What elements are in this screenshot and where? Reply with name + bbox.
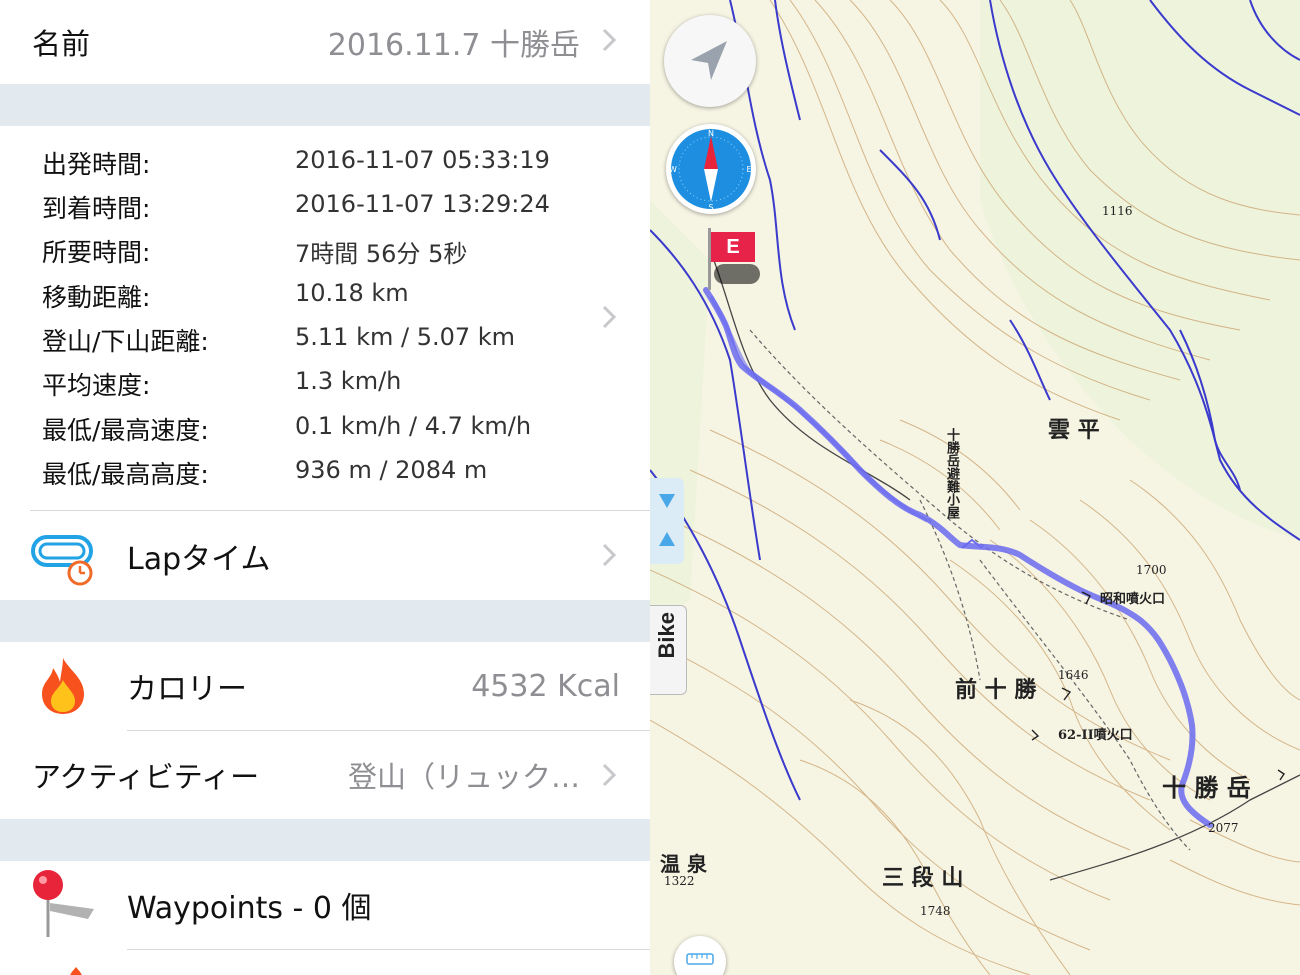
- map-label-onsen: 温 泉: [660, 852, 707, 876]
- map-label-tokachi-dake: 十 勝 岳: [1162, 773, 1251, 802]
- pin-icon: [28, 867, 98, 943]
- chevron-right-icon: [598, 20, 620, 60]
- bike-tab[interactable]: Bike: [650, 605, 687, 695]
- divider: [127, 949, 650, 950]
- activity-value: 登山（リュック…: [347, 760, 580, 794]
- elevation-label: 2077: [1208, 821, 1239, 835]
- lap-row[interactable]: Lapタイム: [0, 511, 650, 600]
- split-arrows-icon: [657, 488, 677, 556]
- waypoints-label: Waypoints - 0 個: [127, 891, 372, 926]
- locate-button[interactable]: [664, 15, 756, 107]
- flame-icon: [38, 656, 88, 716]
- waypoints-row[interactable]: Waypoints - 0 個: [0, 861, 650, 949]
- stat-value: 7時間 56分 5秒: [295, 240, 468, 268]
- map-label-mae-tokachi: 前 十 勝: [955, 677, 1037, 703]
- ruler-icon: [686, 950, 714, 969]
- bike-tab-label: Bike: [654, 612, 679, 659]
- elevation-label: 1116: [1102, 204, 1133, 218]
- elevation-label: 1646: [1058, 668, 1089, 682]
- stat-value: 1.3 km/h: [295, 367, 402, 395]
- section-separator: [0, 600, 650, 642]
- map-label-showa-crater: 昭和噴火口: [1100, 592, 1166, 607]
- stat-label: 到着時間:: [42, 194, 151, 223]
- lap-label: Lapタイム: [127, 541, 271, 577]
- elevation-label: 1748: [920, 904, 951, 918]
- location-arrow-icon: [664, 15, 756, 107]
- end-marker[interactable]: E: [706, 228, 766, 294]
- stat-label: 出発時間:: [42, 150, 151, 179]
- map-label-kumo-taira: 雲 平: [1048, 417, 1100, 443]
- map-view[interactable]: 雲 平 前 十 勝 十 勝 岳 三 段 山 昭和噴火口 62-II噴火口 十勝岳…: [650, 0, 1300, 975]
- compass-icon: N S W E: [666, 124, 756, 214]
- map-label-crater-62: 62-II噴火口: [1058, 728, 1133, 743]
- stat-value: 2016-11-07 13:29:24: [295, 190, 550, 218]
- track-detail-panel: 名前 2016.11.7 十勝岳 出発時間: 2016-11-07 05:33:…: [0, 0, 650, 975]
- stat-value: 936 m / 2084 m: [295, 456, 488, 484]
- chevron-right-icon: [598, 535, 620, 575]
- stat-label: 所要時間:: [42, 238, 151, 267]
- compass-button[interactable]: N S W E: [666, 124, 756, 214]
- calorie-value: 4532 Kcal: [471, 668, 620, 704]
- stat-label: 登山/下山距離:: [42, 327, 209, 356]
- svg-text:E: E: [746, 165, 751, 174]
- activity-label: アクティビティー: [32, 760, 260, 794]
- map-label-hut: 十勝岳避難小屋: [944, 428, 959, 519]
- map-label-sandan-yama: 三 段 山: [882, 865, 964, 891]
- end-flag-label: E: [711, 232, 755, 262]
- section-separator: [0, 819, 650, 861]
- stat-label: 最低/最高速度:: [42, 416, 209, 445]
- stat-label: 最低/最高高度:: [42, 460, 209, 489]
- stats-block[interactable]: 出発時間: 2016-11-07 05:33:19 到着時間: 2016-11-…: [0, 126, 650, 510]
- stat-value: 0.1 km/h / 4.7 km/h: [295, 412, 532, 440]
- name-label: 名前: [32, 27, 91, 61]
- svg-text:N: N: [708, 129, 714, 138]
- calorie-row: カロリー 4532 Kcal: [0, 642, 650, 730]
- stat-value: 10.18 km: [295, 279, 409, 307]
- section-separator: [0, 84, 650, 126]
- calorie-label: カロリー: [127, 672, 247, 707]
- stat-value: 5.11 km / 5.07 km: [295, 323, 516, 351]
- svg-text:S: S: [708, 203, 713, 212]
- stat-label: 移動距離:: [42, 283, 151, 312]
- stat-value: 2016-11-07 05:33:19: [295, 146, 550, 174]
- elevation-label: 1322: [664, 874, 695, 888]
- activity-row[interactable]: アクティビティー 登山（リュック…: [0, 731, 650, 819]
- lap-timer-icon: [30, 531, 96, 587]
- split-handle[interactable]: [650, 478, 684, 564]
- partial-row-icon: [64, 962, 88, 975]
- flag-shadow: [714, 264, 760, 284]
- elevation-label: 1700: [1136, 563, 1167, 577]
- stat-label: 平均速度:: [42, 371, 151, 400]
- name-value: 2016.11.7 十勝岳: [327, 28, 580, 63]
- name-row[interactable]: 名前 2016.11.7 十勝岳: [0, 0, 650, 84]
- chevron-right-icon: [598, 755, 620, 795]
- chevron-right-icon: [598, 297, 620, 337]
- svg-text:W: W: [669, 165, 677, 174]
